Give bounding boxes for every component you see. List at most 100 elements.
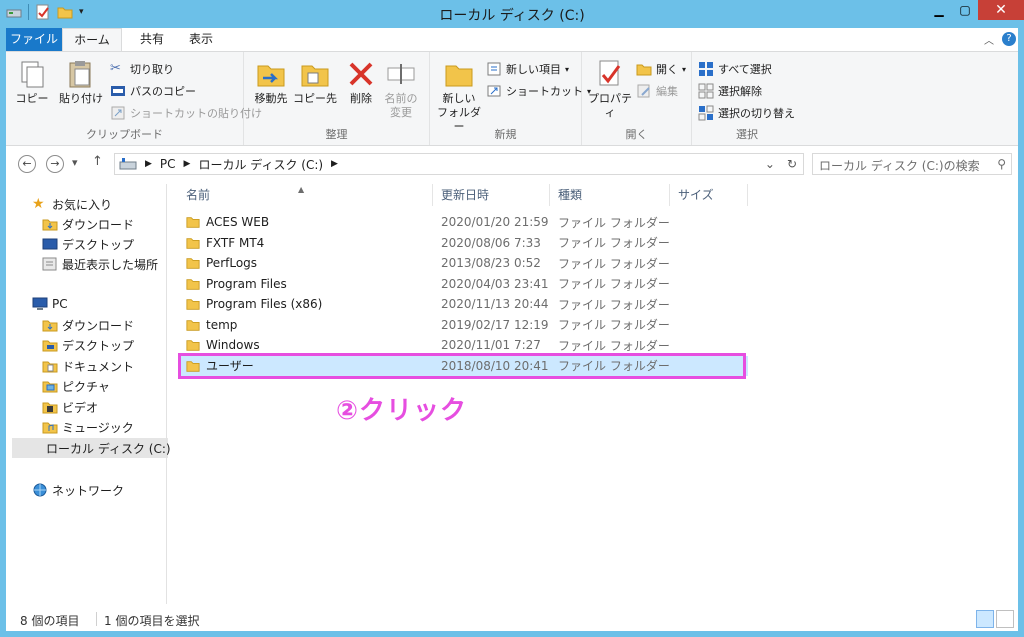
breadcrumb-separator-icon: ▶ <box>145 159 152 169</box>
copy-button[interactable]: コピー <box>12 58 52 106</box>
folder-icon <box>186 237 200 249</box>
tab-file[interactable]: ファイル <box>6 28 62 51</box>
nav-pc[interactable]: PC <box>32 294 68 314</box>
scissors-icon: ✂ <box>110 61 121 76</box>
recent-locations-icon[interactable]: ▾ <box>72 156 78 169</box>
refresh-icon[interactable]: ↻ <box>787 157 797 171</box>
select-none-label: 選択解除 <box>718 85 762 98</box>
delete-x-icon <box>349 62 373 86</box>
file-row[interactable]: ACES WEB 2020/01/20 21:59 ファイル フォルダー <box>178 212 748 233</box>
nav-pc-downloads[interactable]: ダウンロード <box>42 315 134 335</box>
column-header-modified[interactable]: 更新日時 <box>433 184 550 206</box>
address-actions: ⌄ ↻ <box>765 157 797 171</box>
folder-icon <box>186 258 200 269</box>
file-row[interactable]: Windows 2020/11/01 7:27 ファイル フォルダー <box>178 335 748 356</box>
paste-shortcut-button[interactable]: ショートカットの貼り付け <box>110 104 262 122</box>
tab-view[interactable]: 表示 <box>178 28 224 51</box>
search-icon[interactable]: ⚲ <box>997 157 1006 171</box>
forward-button[interactable]: → <box>46 155 64 173</box>
help-icon[interactable]: ? <box>1002 32 1016 46</box>
cut-button[interactable]: ✂ 切り取り <box>110 60 174 78</box>
tab-home[interactable]: ホーム <box>62 28 122 51</box>
file-modified: 2018/08/10 20:41 <box>441 358 549 373</box>
tab-share[interactable]: 共有 <box>132 28 172 51</box>
search-placeholder: ローカル ディスク (C:)の検索 <box>819 159 980 173</box>
breadcrumb-pc[interactable]: PC <box>160 157 176 171</box>
properties-button[interactable]: プロパティ <box>584 58 636 120</box>
file-row-selected[interactable]: ユーザー 2018/08/10 20:41 ファイル フォルダー <box>178 355 748 376</box>
file-type: ファイル フォルダー <box>558 297 670 312</box>
file-row[interactable]: PerfLogs 2013/08/23 0:52 ファイル フォルダー <box>178 253 748 274</box>
address-bar[interactable]: ▶ PC ▶ ローカル ディスク (C:) ▶ ⌄ ↻ <box>114 153 804 175</box>
nav-pc-pictures[interactable]: ピクチャ <box>42 376 110 396</box>
easy-access-button[interactable]: ショートカット ▾ <box>486 82 591 100</box>
nav-favorites[interactable]: ★ お気に入り <box>32 194 112 214</box>
rename-icon <box>387 64 415 84</box>
group-open: プロパティ 開く ▾ 編集 開く <box>582 52 692 145</box>
nav-pc-local-disk[interactable]: ローカル ディスク (C:) <box>12 438 171 458</box>
open-button[interactable]: 開く ▾ <box>636 60 686 78</box>
copy-path-button[interactable]: パスのコピー <box>110 82 196 100</box>
column-header-name[interactable]: ▲ 名前 <box>178 184 433 206</box>
ribbon-collapse-icon[interactable]: ︿ <box>984 32 994 47</box>
breadcrumb-separator-icon: ▶ <box>331 159 338 169</box>
file-row[interactable]: temp 2019/02/17 12:19 ファイル フォルダー <box>178 315 748 336</box>
nav-fav-desktop-label: デスクトップ <box>62 237 135 252</box>
search-input[interactable]: ローカル ディスク (C:)の検索 ⚲ <box>812 153 1012 175</box>
move-to-button[interactable]: 移動先 <box>250 58 292 106</box>
invert-selection-label: 選択の切り替え <box>718 107 795 120</box>
file-name: ユーザー <box>206 359 254 374</box>
nav-pc-documents-label: ドキュメント <box>62 359 135 374</box>
file-row[interactable]: Program Files 2020/04/03 23:41 ファイル フォルダ… <box>178 274 748 295</box>
nav-fav-recent[interactable]: 最近表示した場所 <box>42 254 158 274</box>
file-name: Windows <box>206 338 260 353</box>
pane-divider[interactable] <box>166 184 167 604</box>
breadcrumb-local-disk[interactable]: ローカル ディスク (C:) <box>198 156 323 173</box>
nav-favorites-label: お気に入り <box>52 197 113 212</box>
explorer-window: ▾ ローカル ディスク (C:) ▁ ▢ ✕ ファイル ホーム 共有 表示 ︿ … <box>0 0 1024 637</box>
column-header-size[interactable]: サイズ <box>670 184 748 206</box>
music-folder-icon <box>42 422 58 434</box>
minimize-button[interactable]: ▁ <box>926 0 952 20</box>
delete-button[interactable]: 削除 <box>344 58 378 106</box>
file-name: Program Files <box>206 276 287 291</box>
file-list: ACES WEB 2020/01/20 21:59 ファイル フォルダー FXT… <box>178 212 748 376</box>
up-arrow-icon[interactable]: ↑ <box>92 154 103 169</box>
details-view-icon[interactable] <box>976 610 994 628</box>
folder-icon <box>186 299 200 310</box>
file-row[interactable]: FXTF MT4 2020/08/06 7:33 ファイル フォルダー <box>178 233 748 254</box>
address-history-dropdown-icon[interactable]: ⌄ <box>765 157 775 171</box>
file-row[interactable]: Program Files (x86) 2020/11/13 20:44 ファイ… <box>178 294 748 315</box>
nav-pc-local-disk-label: ローカル ディスク (C:) <box>46 441 171 456</box>
paste-button[interactable]: 貼り付け <box>56 58 106 106</box>
rename-button[interactable]: 名前の 変更 <box>380 58 422 120</box>
nav-fav-desktop[interactable]: デスクトップ <box>42 234 134 254</box>
nav-pc-videos[interactable]: ビデオ <box>42 397 98 417</box>
nav-fav-recent-label: 最近表示した場所 <box>62 257 159 272</box>
select-none-button[interactable]: 選択解除 <box>698 82 762 100</box>
nav-fav-downloads[interactable]: ダウンロード <box>42 214 134 234</box>
window-title: ローカル ディスク (C:) <box>439 8 585 24</box>
close-button[interactable]: ✕ <box>978 0 1024 20</box>
new-item-button[interactable]: 新しい項目 ▾ <box>486 60 569 78</box>
select-group-label: 選択 <box>736 128 758 141</box>
invert-selection-button[interactable]: 選択の切り替え <box>698 104 795 122</box>
large-icons-view-icon[interactable] <box>996 610 1014 628</box>
nav-network[interactable]: ネットワーク <box>32 480 124 500</box>
maximize-button[interactable]: ▢ <box>952 0 978 20</box>
nav-pc-desktop[interactable]: デスクトップ <box>42 335 134 355</box>
column-header-type[interactable]: 種類 <box>550 184 670 206</box>
nav-pc-documents[interactable]: ドキュメント <box>42 356 134 376</box>
nav-pc-music[interactable]: ミュージック <box>42 417 134 437</box>
copy-to-button[interactable]: コピー先 <box>292 58 338 106</box>
back-button[interactable]: ← <box>18 155 36 173</box>
folder-icon <box>186 319 200 331</box>
status-separator <box>96 612 97 626</box>
new-folder-button[interactable]: 新しい フォルダー <box>434 58 484 134</box>
file-type: ファイル フォルダー <box>558 256 670 271</box>
star-icon: ★ <box>32 196 45 212</box>
paste-label: 貼り付け <box>59 92 103 105</box>
edit-button[interactable]: 編集 <box>636 82 678 100</box>
select-all-button[interactable]: すべて選択 <box>698 60 772 78</box>
nav-network-label: ネットワーク <box>52 483 125 498</box>
